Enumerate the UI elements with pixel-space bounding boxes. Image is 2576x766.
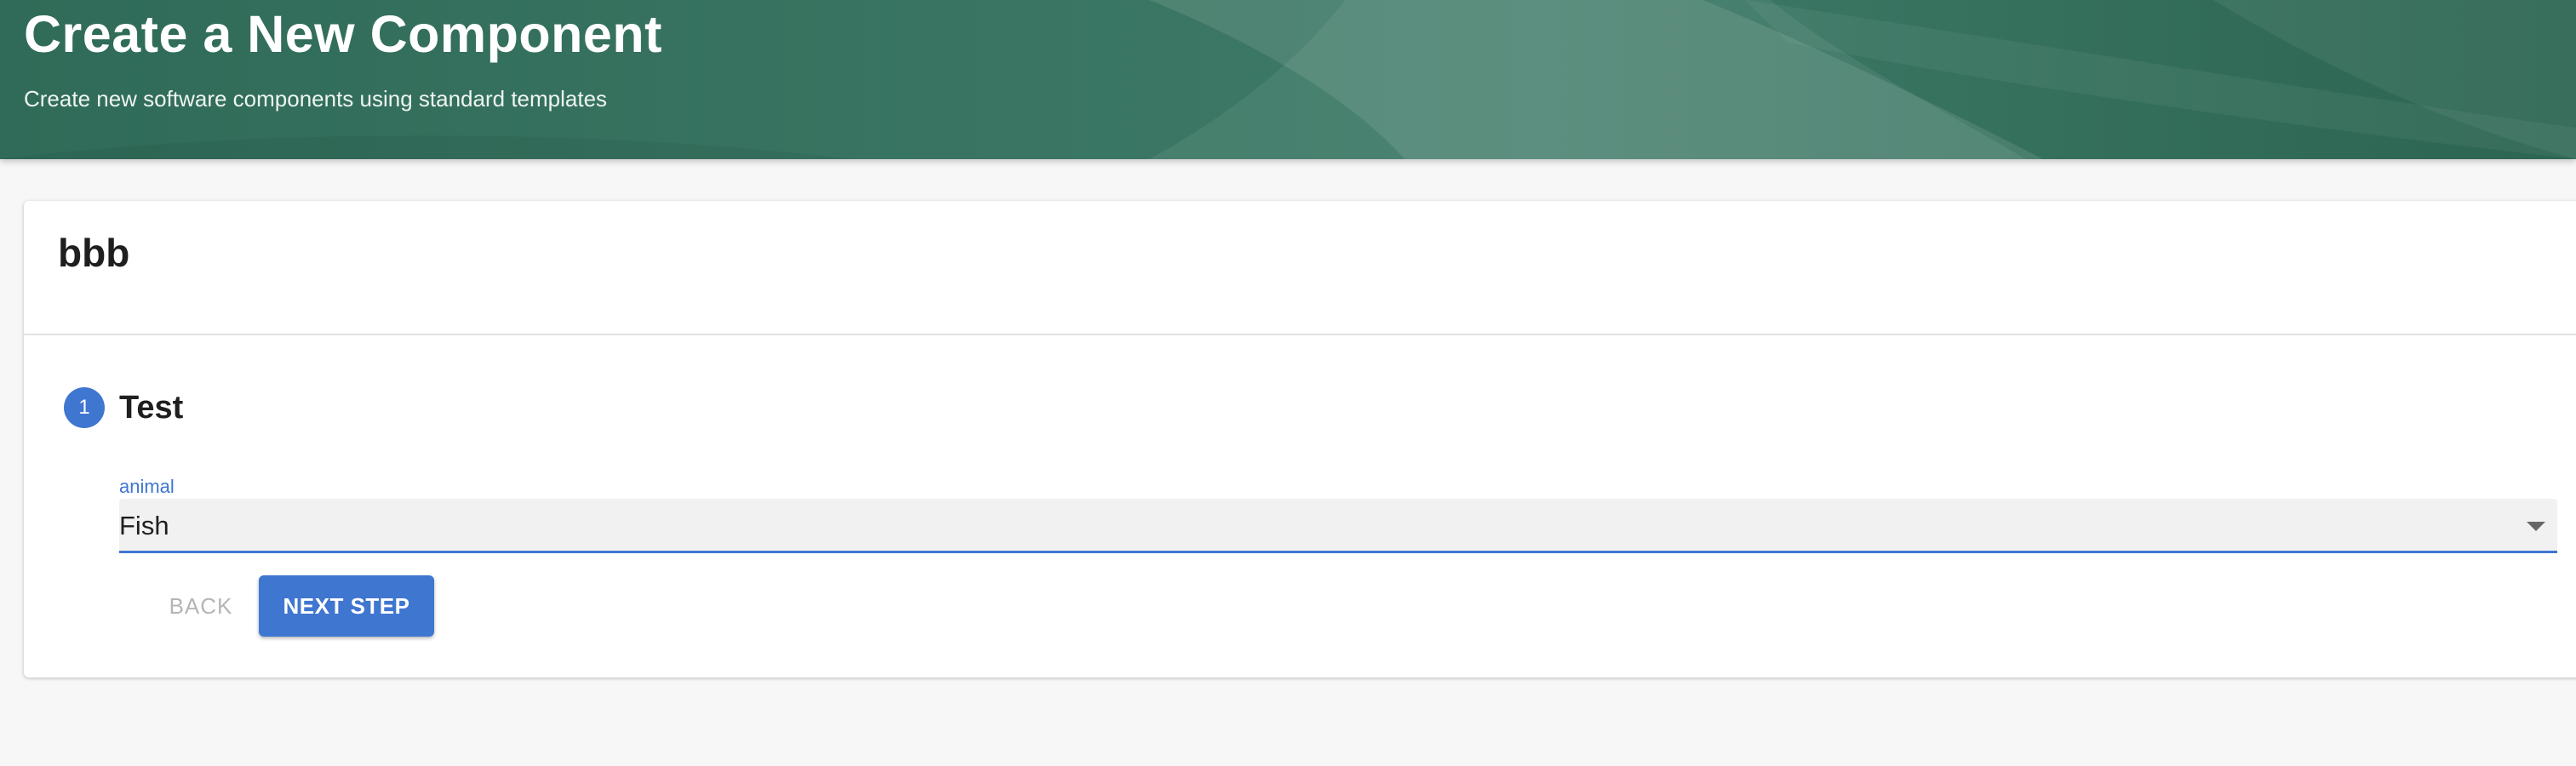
template-card-header: bbb bbox=[24, 201, 2576, 335]
step-title: Test bbox=[119, 389, 184, 426]
dropdown-arrow-icon[interactable] bbox=[2527, 522, 2545, 531]
step-number-badge: 1 bbox=[64, 387, 105, 428]
template-name: bbb bbox=[58, 231, 130, 275]
page-header: Create a New Component Create new softwa… bbox=[0, 0, 2576, 159]
animal-field: animal Fish bbox=[119, 475, 2557, 553]
stepper-step: 1 Test bbox=[64, 386, 183, 429]
animal-select-value: Fish bbox=[119, 511, 169, 540]
back-button[interactable]: BACK bbox=[146, 575, 256, 637]
step-actions: BACK NEXT STEP bbox=[146, 575, 434, 637]
next-step-button[interactable]: NEXT STEP bbox=[259, 575, 434, 637]
template-card: bbb 1 Test animal Fish BACK NEXT STEP bbox=[24, 201, 2576, 677]
animal-field-label: animal bbox=[119, 476, 175, 497]
animal-select[interactable]: Fish bbox=[119, 499, 2557, 553]
page-title: Create a New Component bbox=[24, 5, 662, 63]
page-subtitle: Create new software components using sta… bbox=[24, 86, 608, 111]
